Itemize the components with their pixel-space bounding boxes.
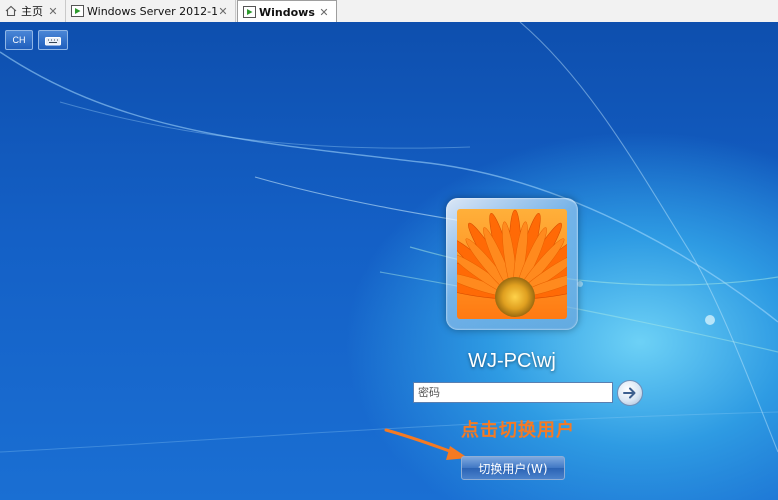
home-icon xyxy=(4,4,18,18)
avatar xyxy=(457,209,567,319)
username-label: WJ-PC\wj xyxy=(468,350,556,372)
keyboard-button[interactable] xyxy=(38,30,68,50)
switch-user-button[interactable]: 切换用户(W) xyxy=(461,456,565,480)
tab-home[interactable]: 主页 ✕ xyxy=(0,0,66,22)
submit-button[interactable] xyxy=(617,380,643,406)
vm-screen[interactable]: CH WJ-PC\wj 点击切换用户 切换用户(W) xyxy=(0,22,778,500)
tab-label: 主页 xyxy=(21,5,43,18)
user-avatar-frame xyxy=(446,198,578,330)
tab-windows-7[interactable]: Windows 7 ✕ xyxy=(237,0,337,23)
tab-windows-server[interactable]: Windows Server 2012-1 ✕ xyxy=(66,0,236,22)
password-field[interactable] xyxy=(413,382,613,403)
close-icon[interactable]: ✕ xyxy=(217,5,229,18)
vm-play-icon xyxy=(70,4,84,18)
close-icon[interactable]: ✕ xyxy=(318,6,330,19)
arrow-right-icon xyxy=(623,384,637,403)
keyboard-icon xyxy=(45,31,61,50)
language-button[interactable]: CH xyxy=(5,30,33,50)
tab-label: Windows 7 xyxy=(259,5,318,19)
tab-bar: 主页 ✕ Windows Server 2012-1 ✕ Windows 7 ✕ xyxy=(0,0,778,23)
language-indicator: CH xyxy=(12,35,26,45)
vm-play-icon xyxy=(242,5,256,19)
close-icon[interactable]: ✕ xyxy=(47,5,59,18)
tab-label: Windows Server 2012-1 xyxy=(87,4,217,18)
switch-user-label: 切换用户(W) xyxy=(478,461,548,476)
